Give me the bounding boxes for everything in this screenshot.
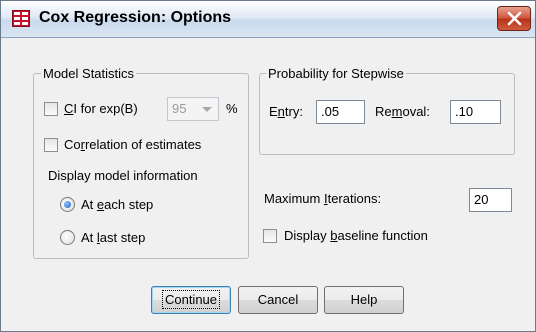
table-grid-icon bbox=[12, 10, 30, 27]
at-each-step-label[interactable]: At each step bbox=[81, 197, 153, 213]
entry-label: Entry: bbox=[269, 104, 303, 119]
display-baseline-label[interactable]: Display baseline function bbox=[284, 228, 428, 244]
at-each-step-radio[interactable] bbox=[60, 197, 75, 212]
dialog-title: Cox Regression: Options bbox=[39, 9, 232, 26]
entry-input[interactable]: .05 bbox=[316, 100, 365, 124]
ci-level-value: 95 bbox=[172, 101, 187, 116]
close-icon bbox=[507, 11, 522, 26]
ci-level-select[interactable]: 95 bbox=[167, 97, 219, 121]
display-baseline-checkbox[interactable] bbox=[263, 229, 277, 243]
ci-exp-b-label[interactable]: CI for exp(B) bbox=[64, 101, 138, 117]
removal-label: Removal: bbox=[375, 104, 430, 119]
ci-exp-b-checkbox[interactable] bbox=[44, 102, 58, 116]
title-bar[interactable]: Cox Regression: Options bbox=[1, 1, 535, 38]
cancel-button[interactable]: Cancel bbox=[238, 286, 318, 314]
ci-unit-label: % bbox=[226, 101, 238, 116]
cox-regression-options-dialog: Cox Regression: Options Model Statistics… bbox=[0, 0, 536, 332]
model-statistics-legend: Model Statistics bbox=[41, 66, 137, 81]
continue-button[interactable]: Continue bbox=[151, 286, 231, 314]
at-last-step-label[interactable]: At last step bbox=[81, 230, 145, 246]
stepwise-probability-legend: Probability for Stepwise bbox=[266, 66, 406, 81]
help-button[interactable]: Help bbox=[324, 286, 404, 314]
correlation-estimates-checkbox[interactable] bbox=[44, 138, 58, 152]
chevron-down-icon bbox=[202, 107, 212, 112]
removal-input[interactable]: .10 bbox=[450, 100, 501, 124]
continue-button-label: Continue bbox=[161, 290, 221, 309]
correlation-estimates-label[interactable]: Correlation of estimates bbox=[64, 137, 201, 153]
max-iterations-label: Maximum Iterations: bbox=[264, 191, 382, 206]
at-last-step-radio[interactable] bbox=[60, 230, 75, 245]
display-model-info-heading: Display model information bbox=[48, 168, 198, 183]
max-iterations-input[interactable]: 20 bbox=[469, 188, 512, 212]
close-button[interactable] bbox=[497, 6, 531, 31]
